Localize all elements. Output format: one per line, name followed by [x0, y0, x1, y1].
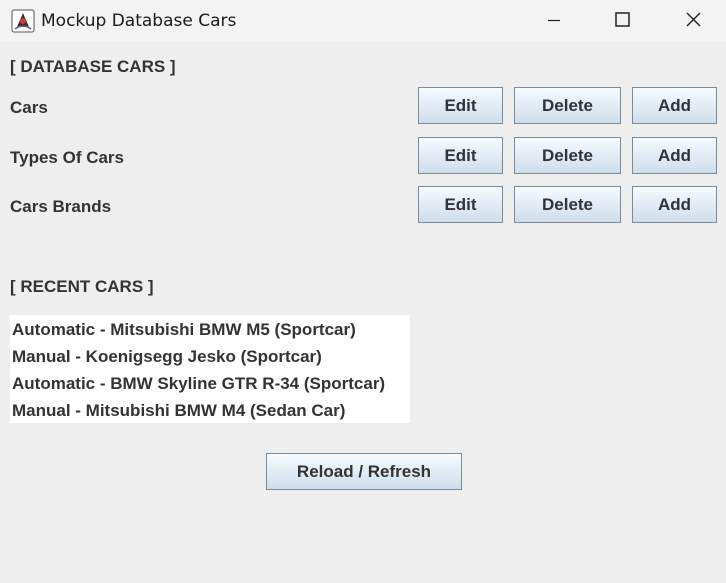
maximize-button[interactable] [599, 0, 645, 42]
list-item[interactable]: Manual - Mitsubishi BMW M4 (Sedan Car) [12, 401, 345, 421]
recent-cars-heading: [ RECENT CARS ] [10, 277, 154, 296]
list-item[interactable]: Manual - Koenigsegg Jesko (Sportcar) [12, 347, 322, 367]
title-bar: Mockup Database Cars [0, 0, 726, 42]
close-icon [686, 12, 701, 27]
brands-delete-button[interactable]: Delete [514, 186, 621, 223]
list-item[interactable]: Automatic - BMW Skyline GTR R-34 (Sportc… [12, 374, 385, 394]
java-duke-icon[interactable] [11, 9, 35, 33]
reload-refresh-button[interactable]: Reload / Refresh [266, 453, 462, 490]
brands-edit-button[interactable]: Edit [418, 186, 503, 223]
close-button[interactable] [671, 0, 717, 42]
database-cars-heading: [ DATABASE CARS ] [10, 57, 176, 76]
types-delete-button[interactable]: Delete [514, 137, 621, 174]
recent-cars-list[interactable]: Automatic - Mitsubishi BMW M5 (Sportcar)… [10, 315, 410, 423]
types-add-button[interactable]: Add [632, 137, 717, 174]
minimize-icon [548, 19, 560, 22]
minimize-button[interactable] [531, 0, 577, 42]
row-label-types-of-cars: Types Of Cars [10, 148, 125, 167]
brands-add-button[interactable]: Add [632, 186, 717, 223]
window-title: Mockup Database Cars [41, 11, 237, 31]
cars-add-button[interactable]: Add [632, 87, 717, 124]
cars-delete-button[interactable]: Delete [514, 87, 621, 124]
types-edit-button[interactable]: Edit [418, 137, 503, 174]
cars-edit-button[interactable]: Edit [418, 87, 503, 124]
maximize-icon [615, 12, 630, 27]
list-item[interactable]: Automatic - Mitsubishi BMW M5 (Sportcar) [12, 320, 356, 340]
row-label-cars-brands: Cars Brands [10, 197, 112, 216]
row-label-cars: Cars [10, 98, 48, 117]
